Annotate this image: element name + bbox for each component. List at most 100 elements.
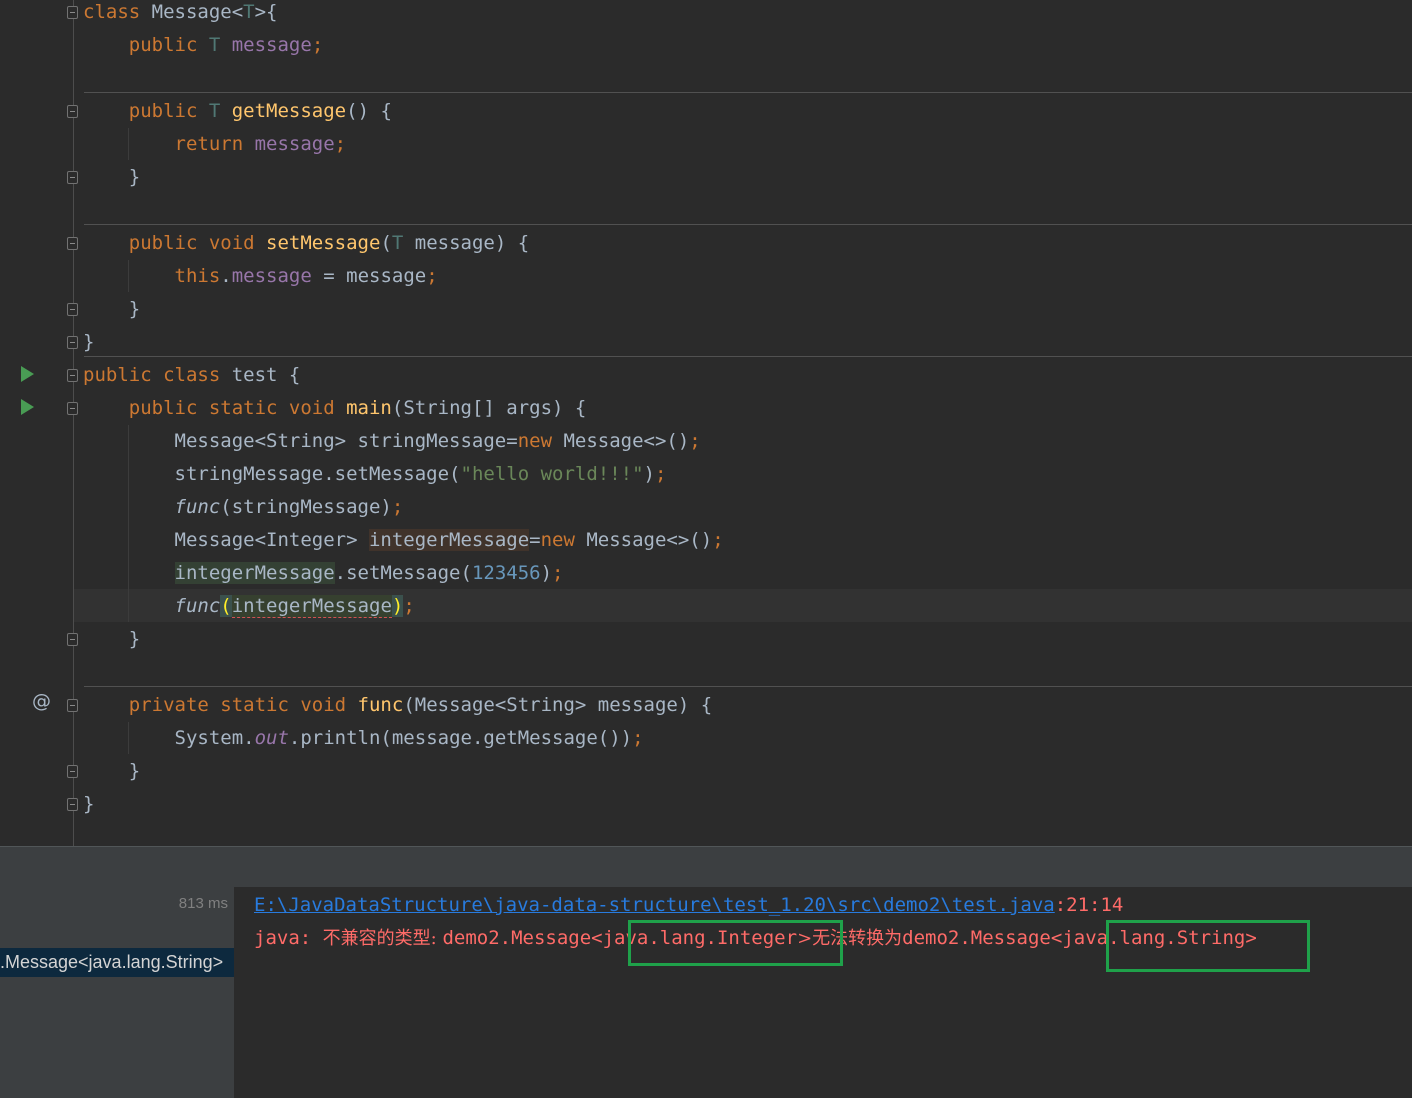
code-line[interactable]: }: [83, 623, 140, 656]
error-cn-text: 不兼容的类型:: [322, 928, 443, 949]
code-token: = message: [323, 265, 427, 287]
code-token: new: [517, 430, 564, 452]
fold-icon[interactable]: [67, 6, 78, 19]
code-line[interactable]: return message;: [83, 128, 347, 161]
error-location-line: E:\JavaDataStructure\java-data-structure…: [254, 889, 1123, 922]
tool-window-splitter[interactable]: [0, 846, 1412, 888]
code-token: integerMessage: [174, 562, 335, 584]
code-token: "hello world!!!": [460, 463, 644, 485]
code-line[interactable]: }: [83, 326, 94, 359]
gutter-divider: [73, 0, 74, 846]
fold-icon[interactable]: [67, 303, 78, 316]
code-token: test {: [231, 364, 301, 386]
code-line[interactable]: System.out.println(message.getMessage())…: [83, 722, 644, 755]
code-line[interactable]: public class test {: [83, 359, 300, 392]
fold-icon[interactable]: [67, 798, 78, 811]
fold-icon[interactable]: [67, 369, 78, 382]
code-token: }: [83, 628, 141, 650]
method-separator: [84, 356, 1412, 357]
error-type-a-prefix: demo2.Message<: [442, 927, 603, 949]
override-icon[interactable]: @: [32, 690, 51, 712]
build-output-console: E:\JavaDataStructure\java-data-structure…: [235, 887, 1412, 1098]
highlight-box-string: [1106, 920, 1310, 972]
run-main-icon[interactable]: [21, 399, 34, 415]
code-line[interactable]: public T message;: [83, 29, 324, 62]
code-line[interactable]: }: [83, 755, 140, 788]
code-token: }: [83, 298, 141, 320]
code-token: ;: [552, 562, 564, 584]
code-token: .: [220, 265, 232, 287]
fold-icon[interactable]: [67, 105, 78, 118]
fold-icon[interactable]: [67, 765, 78, 778]
code-line[interactable]: this.message = message;: [83, 260, 438, 293]
code-line[interactable]: func(integerMessage);: [83, 590, 415, 623]
code-token: >{: [254, 1, 278, 23]
code-token: setMessage: [266, 232, 381, 254]
error-position: :21:14: [1054, 894, 1124, 916]
code-token: (String[] args) {: [391, 397, 587, 419]
code-token: ;: [632, 727, 644, 749]
code-token: ): [643, 463, 655, 485]
code-token: Message<>(): [586, 529, 713, 551]
code-line[interactable]: }: [83, 293, 140, 326]
code-token: private static void: [128, 694, 358, 716]
code-token: message) {: [414, 232, 530, 254]
code-token: =: [529, 529, 541, 551]
code-token: }: [83, 760, 141, 782]
code-token: }: [83, 166, 141, 188]
code-token: new: [540, 529, 587, 551]
code-token: message: [231, 34, 312, 56]
code-token: stringMessage.setMessage(: [83, 463, 461, 485]
code-line[interactable]: stringMessage.setMessage("hello world!!!…: [83, 458, 667, 491]
fold-icon[interactable]: [67, 633, 78, 646]
code-line[interactable]: public void setMessage(T message) {: [83, 227, 529, 260]
code-token: T: [243, 1, 255, 23]
code-line[interactable]: func(stringMessage);: [83, 491, 404, 524]
code-token: 123456: [471, 562, 541, 584]
code-token: main: [346, 397, 392, 419]
code-token: .setMessage(: [334, 562, 472, 584]
code-token: Message<Integer>: [83, 529, 369, 551]
error-prefix: java:: [254, 927, 323, 949]
code-token: T: [208, 100, 232, 122]
fold-icon[interactable]: [67, 402, 78, 415]
code-line[interactable]: Message<String> stringMessage=new Messag…: [83, 425, 701, 458]
code-token: System.: [83, 727, 255, 749]
code-line[interactable]: }: [83, 161, 140, 194]
fold-icon[interactable]: [67, 699, 78, 712]
code-line[interactable]: public T getMessage() {: [83, 95, 392, 128]
code-line[interactable]: }: [83, 788, 94, 821]
fold-icon[interactable]: [67, 237, 78, 250]
code-token: ): [391, 595, 404, 617]
code-line[interactable]: integerMessage.setMessage(123456);: [83, 557, 564, 590]
code-token: message: [254, 133, 335, 155]
code-line[interactable]: private static void func(Message<String>…: [83, 689, 712, 722]
code-line[interactable]: public static void main(String[] args) {: [83, 392, 587, 425]
code-token: getMessage: [231, 100, 347, 122]
tree-node-label: .Message<java.lang.String>: [0, 952, 224, 972]
code-token: (: [380, 232, 392, 254]
code-line[interactable]: Message<Integer> integerMessage=new Mess…: [83, 524, 724, 557]
tree-selected-node[interactable]: .Message<java.lang.String>: [0, 948, 234, 977]
build-tree-panel: 813 ms .Message<java.lang.String>: [0, 887, 235, 1098]
code-token: T: [208, 34, 232, 56]
fold-icon[interactable]: [67, 171, 78, 184]
error-type-b-prefix: demo2.Message<: [902, 927, 1063, 949]
code-line[interactable]: class Message<T>{: [83, 0, 278, 29]
code-token: Message<>(): [563, 430, 690, 452]
run-class-icon[interactable]: [21, 366, 34, 382]
code-token: this: [174, 265, 221, 287]
code-editor[interactable]: @ class Message<T>{ public T message; pu…: [0, 0, 1412, 846]
code-token: public static void: [128, 397, 347, 419]
code-token: Message<String> stringMessage=: [83, 430, 518, 452]
source-file-link[interactable]: E:\JavaDataStructure\java-data-structure…: [254, 894, 1055, 916]
code-token: Message<: [151, 1, 244, 23]
fold-icon[interactable]: [67, 336, 78, 349]
